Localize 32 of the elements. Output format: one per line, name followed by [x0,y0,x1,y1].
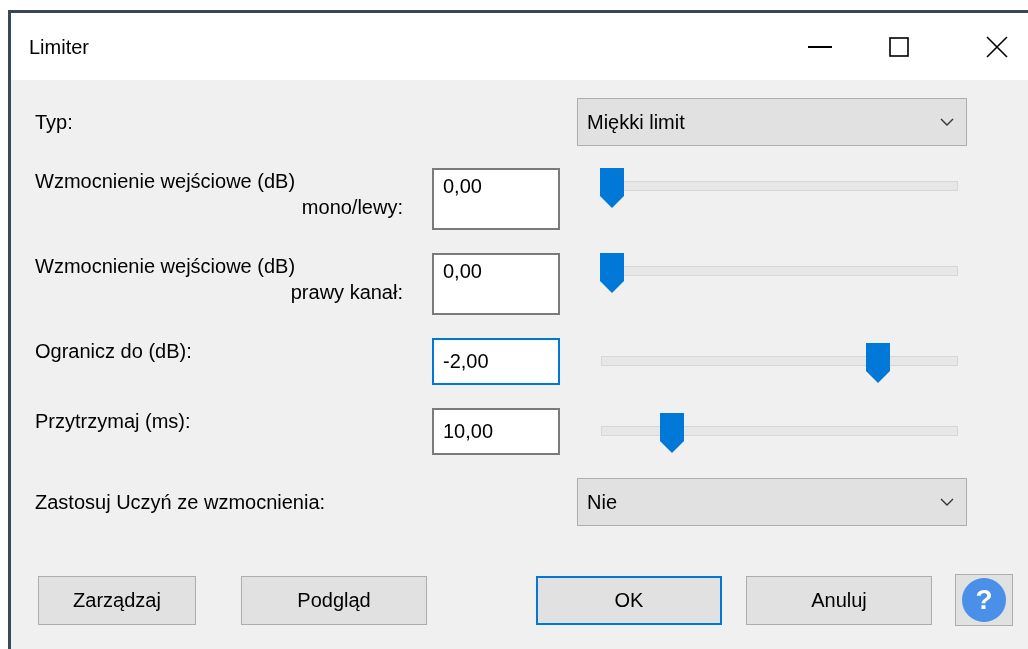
number-field[interactable]: 0,00 [432,168,560,230]
close-icon[interactable] [986,35,1008,58]
field-label: Zastosuj Uczyń ze wzmocnienia: [35,490,326,515]
field-label: Wzmocnienie wejściowe (dB) [35,254,296,279]
number-field[interactable]: 0,00 [432,253,560,315]
slider[interactable] [601,343,958,383]
field-label: Wzmocnienie wejściowe (dB) [35,169,296,194]
slider-thumb[interactable] [600,168,624,208]
minimize-icon[interactable] [808,45,832,48]
field-label: mono/lewy: [301,195,403,220]
dialog-button[interactable]: Zarządzaj [38,575,196,625]
field-label: Ogranicz do (dB): [35,339,192,364]
field-label: Przytrzymaj (ms): [35,409,191,434]
dialog-button[interactable]: Podgląd [241,575,427,625]
slider[interactable] [601,413,958,453]
maximize-icon[interactable] [889,36,909,57]
slider-thumb[interactable] [866,343,891,383]
number-field[interactable]: 10,00 [432,408,560,455]
slider[interactable] [601,253,958,293]
dropdown[interactable]: Miękki limit [577,98,967,146]
slider-thumb[interactable] [659,413,684,453]
field-label: Typ: [35,110,73,135]
window-title: Limiter [29,34,89,60]
dropdown[interactable]: Nie [577,478,967,526]
chevron-down-icon [940,118,954,126]
chevron-down-icon [940,498,954,506]
number-field[interactable]: -2,00 [432,338,560,385]
field-label: prawy kanał: [290,280,403,305]
slider-thumb[interactable] [600,253,624,293]
dialog-button[interactable]: Anuluj [746,575,932,625]
slider[interactable] [601,168,958,208]
dialog-button[interactable]: OK [536,575,722,625]
